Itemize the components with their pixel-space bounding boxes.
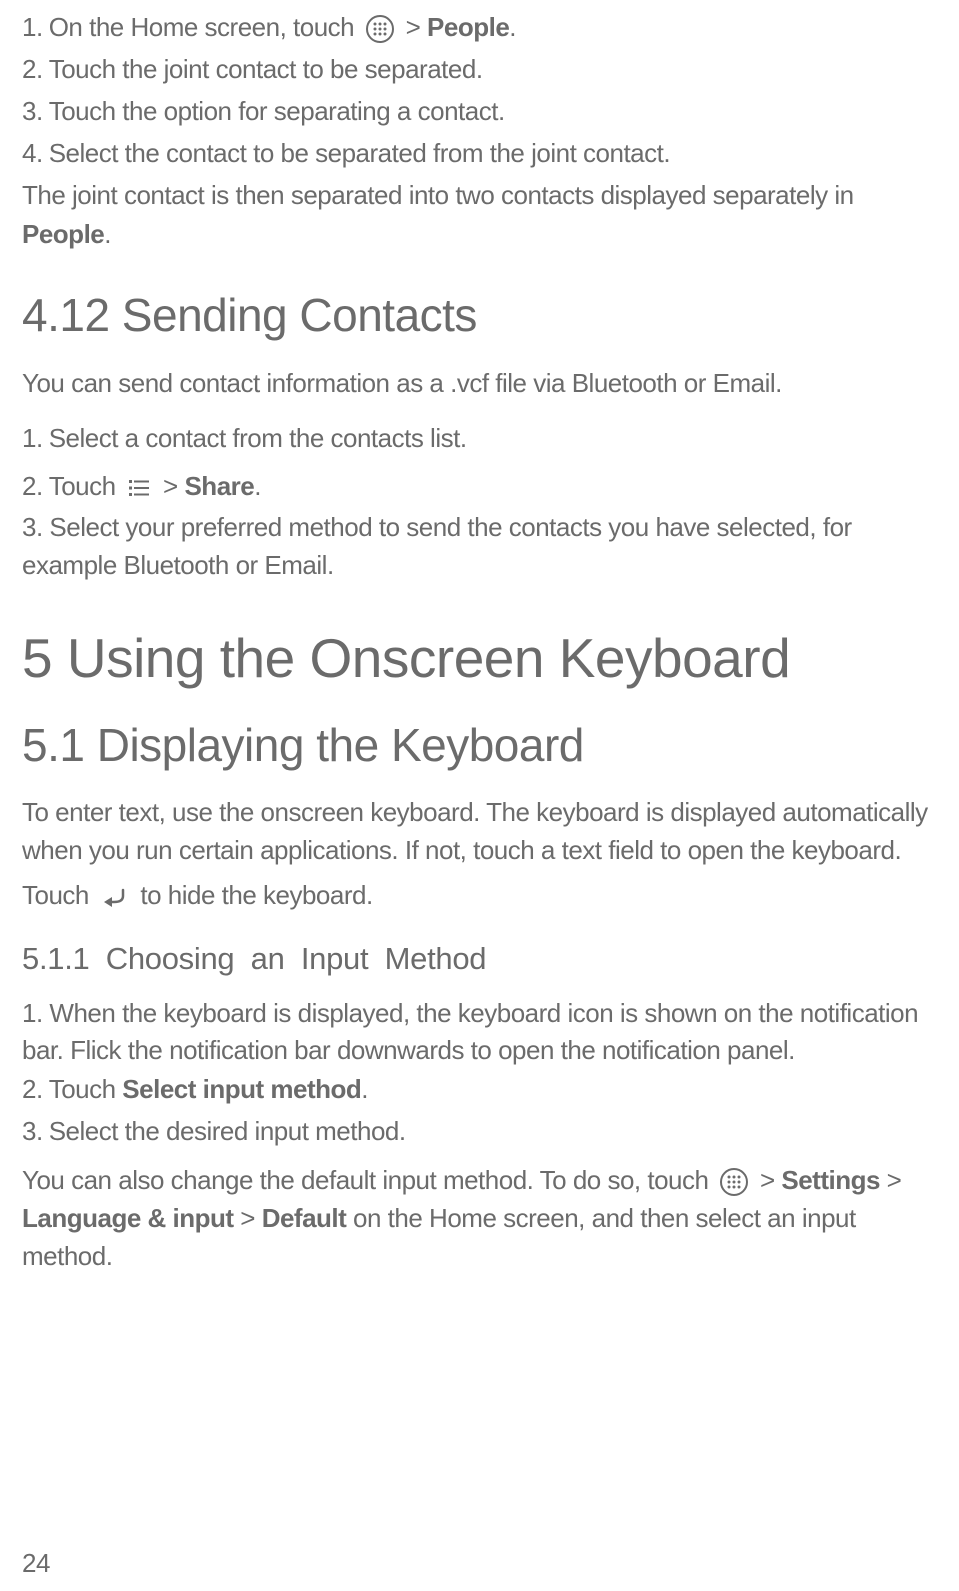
send-intro: You can send contact information as a .v… xyxy=(22,364,941,403)
bold-text: Default xyxy=(262,1203,347,1233)
kb-intro: To enter text, use the onscreen keyboard… xyxy=(22,794,941,869)
text: to hide the keyboard. xyxy=(140,880,372,910)
list-number: 3. xyxy=(22,1112,43,1151)
text: The joint contact is then separated into… xyxy=(22,180,854,210)
step-4-separate: 4. Select the contact to be separated fr… xyxy=(22,134,941,173)
separate-result: The joint contact is then separated into… xyxy=(22,176,941,254)
list-number: 1. xyxy=(22,998,49,1028)
page-number: 24 xyxy=(22,1548,50,1579)
text: . xyxy=(104,219,111,249)
list-number: 1. xyxy=(22,419,43,458)
step-2-separate: 2. Touch the joint contact to be separat… xyxy=(22,50,941,89)
apps-grid-icon xyxy=(365,14,395,44)
list-number: 2. xyxy=(22,1070,43,1109)
text: On the Home screen, touch xyxy=(49,12,354,42)
list-number: 3. xyxy=(22,92,43,131)
text: > xyxy=(760,1165,781,1195)
text: Select a contact from the contacts list. xyxy=(49,419,467,458)
text: Touch the option for separating a contac… xyxy=(49,92,505,131)
text: Touch xyxy=(49,1074,123,1104)
list-number: 1. xyxy=(22,8,43,47)
text: > xyxy=(406,12,427,42)
text: Select the contact to be separated from … xyxy=(49,134,670,173)
text: When the keyboard is displayed, the keyb… xyxy=(22,998,918,1066)
bold-text: Share xyxy=(184,471,254,501)
text: Select your preferred method to send the… xyxy=(22,512,852,580)
step-2-input: 2. Touch Select input method. xyxy=(22,1070,941,1109)
menu-list-icon xyxy=(126,475,152,501)
text: > xyxy=(163,471,184,501)
step-1-separate: 1. On the Home screen, touch > People. xyxy=(22,8,941,47)
heading-4-12: 4.12 Sending Contacts xyxy=(22,288,941,342)
step-1-input: 1. When the keyboard is displayed, the k… xyxy=(22,995,941,1070)
text: You can also change the default input me… xyxy=(22,1165,708,1195)
text: Touch the joint contact to be separated. xyxy=(49,50,483,89)
text: Touch xyxy=(49,471,116,501)
heading-5-1: 5.1 Displaying the Keyboard xyxy=(22,718,941,772)
text: > xyxy=(880,1165,901,1195)
list-number: 3. xyxy=(22,512,49,542)
list-number: 4. xyxy=(22,134,43,173)
kb-hide: Touch to hide the keyboard. xyxy=(22,876,941,915)
bold-text: Language & input xyxy=(22,1203,234,1233)
text: Select the desired input method. xyxy=(49,1112,406,1151)
heading-5: 5 Using the Onscreen Keyboard xyxy=(22,626,941,690)
step-3-separate: 3. Touch the option for separating a con… xyxy=(22,92,941,131)
change-default-input: You can also change the default input me… xyxy=(22,1162,941,1275)
list-number: 2. xyxy=(22,467,43,506)
text: . xyxy=(254,471,261,501)
step-3-input: 3. Select the desired input method. xyxy=(22,1112,941,1151)
back-arrow-icon xyxy=(100,885,130,909)
step-2-send: 2. Touch > Share. xyxy=(22,467,941,506)
bold-text: People xyxy=(427,12,509,42)
list-number: 2. xyxy=(22,50,43,89)
text: . xyxy=(361,1074,368,1104)
text: Touch xyxy=(22,880,89,910)
step-1-send: 1. Select a contact from the contacts li… xyxy=(22,419,941,458)
text: > xyxy=(234,1203,262,1233)
text: . xyxy=(509,12,516,42)
heading-5-1-1: 5.1.1 Choosing an Input Method xyxy=(22,941,941,977)
bold-text: People xyxy=(22,219,104,249)
apps-grid-icon xyxy=(719,1167,749,1197)
step-3-send: 3. Select your preferred method to send … xyxy=(22,509,941,584)
bold-text: Settings xyxy=(781,1165,880,1195)
bold-text: Select input method xyxy=(122,1074,361,1104)
